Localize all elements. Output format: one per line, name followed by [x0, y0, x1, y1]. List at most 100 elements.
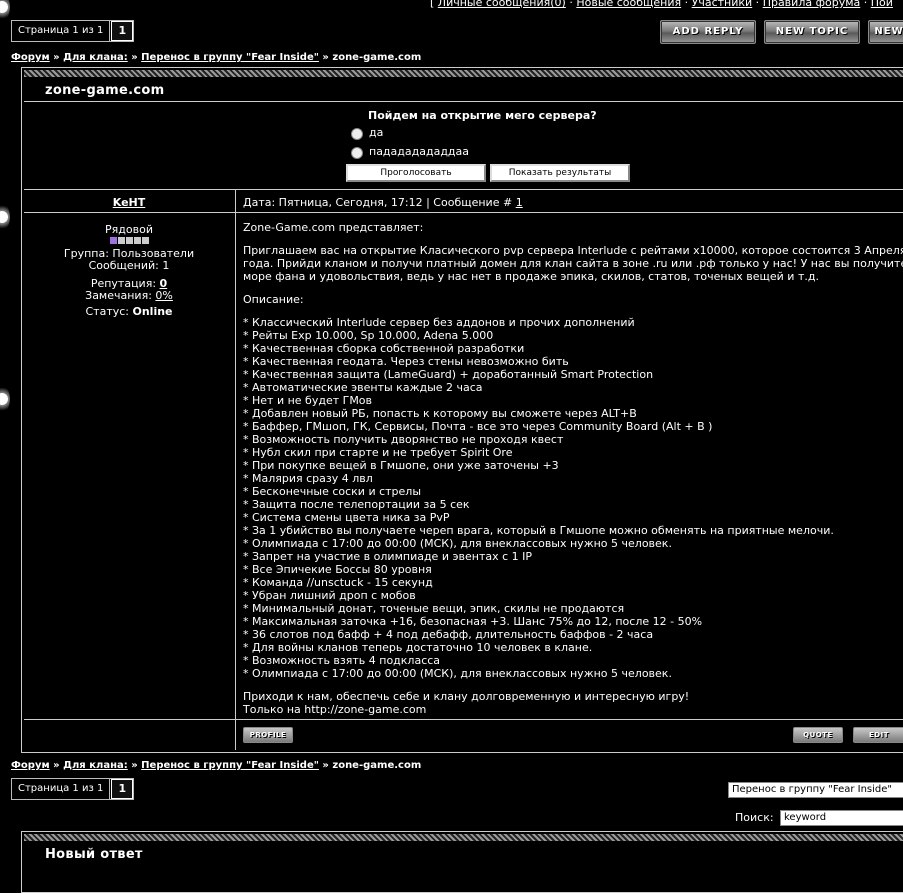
rank-square — [133, 237, 141, 244]
post-line: * Защита после телепортации за 5 сек — [243, 498, 470, 511]
post-body: Zone-Game.com представляет: Приглашаем ва… — [243, 221, 903, 716]
breadcrumb-forum[interactable]: Форум — [11, 52, 50, 63]
breadcrumb-clan[interactable]: Для клана: — [63, 52, 128, 63]
pager-label: Страница 1 из 1 — [12, 779, 111, 799]
poll-question: Пойдем на открытие мего сервера? — [368, 109, 597, 122]
breadcrumb-group[interactable]: Перенос в группу "Fear Inside" — [141, 52, 319, 63]
new-topic-button[interactable]: NEW TOPIC — [764, 20, 860, 44]
post-line: * Для войны кланов теперь достаточно 10 … — [243, 641, 593, 654]
post-line: * Баффер, ГМшоп, ГК, Сервисы, Почта - вс… — [243, 420, 713, 433]
decorative-orb — [0, 384, 10, 414]
post-line: * Рейты Exp 10.000, Sp 10.000, Adena 5.0… — [243, 329, 494, 342]
breadcrumb-clan[interactable]: Для клана: — [63, 760, 128, 771]
post-line: Приходи к нам, обеспечь себе и клану дол… — [243, 690, 690, 703]
author-status: Статус: Online — [85, 305, 173, 318]
poll-option-radio[interactable] — [351, 147, 363, 159]
post-line: * Олимпиада с 17:00 до 00:00 (МСК), для … — [243, 537, 672, 550]
rank-square — [141, 237, 149, 244]
reply-title: Новый ответ — [45, 847, 143, 862]
post-line: * Автоматические эвенты каждые 2 часа — [243, 381, 483, 394]
topic-title: zone-game.com — [45, 83, 165, 98]
divider — [24, 101, 903, 102]
breadcrumb-current: zone-game.com — [332, 52, 422, 63]
poll-option-label: падададададдаа — [369, 145, 470, 158]
post-line: * Олимпиада с 17:00 до 00:00 (МСК), для … — [243, 667, 672, 680]
post-line: * Малярия сразу 4 лвл — [243, 472, 373, 485]
post-line: * Все Эпичекие Боссы 80 уровня — [243, 563, 432, 576]
post-author-link[interactable]: KeHT — [113, 196, 146, 209]
post-line: * Качественная сборка собственной разраб… — [243, 342, 525, 355]
pager-current-page[interactable]: 1 — [111, 779, 134, 799]
post-line: * Команда //unsctuck - 15 секунд — [243, 576, 433, 589]
frame-pattern — [24, 834, 903, 841]
new-poll-button[interactable]: NEW — [868, 20, 903, 44]
post-line: * Нет и не будет ГМов — [243, 394, 373, 407]
quote-button[interactable]: QUOTE — [793, 727, 843, 743]
move-topic-select[interactable]: Перенос в группу "Fear Inside" — [728, 782, 903, 798]
add-reply-button[interactable]: ADD REPLY — [660, 20, 756, 44]
breadcrumb-bottom: Форум » Для клана: » Перенос в группу "F… — [11, 760, 422, 771]
post-line: * Классический Interlude сервер без аддо… — [243, 316, 635, 329]
top-nav: [ Личные сообщения(0) · Новые сообщения … — [430, 0, 893, 9]
show-results-button[interactable]: Показать результаты — [490, 164, 630, 182]
post-line: * 36 слотов под бафф + 4 под дебафф, дли… — [243, 628, 654, 641]
post-line: * Запрет на участие в олимпиаде и эвента… — [243, 550, 533, 563]
author-profile: Рядовой Группа: Пользователи Сообщений: … — [24, 224, 234, 318]
nav-new-messages[interactable]: Новые сообщения — [576, 0, 681, 9]
post-line: * Минимальный донат, точеные вещи, эпик,… — [243, 602, 625, 615]
post-line: * Система смены цвета ника за PvP — [243, 511, 450, 524]
rank-bar — [24, 237, 234, 244]
post-line: Описание: — [243, 293, 304, 306]
pager-current-page[interactable]: 1 — [111, 21, 134, 41]
pager-label: Страница 1 из 1 — [12, 21, 111, 41]
divider — [24, 212, 903, 213]
vote-button[interactable]: Проголосовать — [346, 164, 486, 182]
post-line: * Качественная геодата. Через стены нево… — [243, 355, 569, 368]
post-number-link[interactable]: 1 — [516, 196, 523, 209]
post-line: Zone-Game.com представляет: — [243, 221, 424, 234]
decorative-orb — [0, 0, 10, 22]
author-message-count: Сообщений: 1 — [88, 259, 170, 272]
poll-option-radio[interactable] — [351, 128, 363, 140]
nav-private-messages[interactable]: Личные сообщения(0) — [438, 0, 566, 9]
post-line: * Качественная защита (LameGuard) + дора… — [243, 368, 654, 381]
rank-square — [109, 237, 117, 244]
frame-pattern — [24, 70, 903, 77]
post-line: * Возможность взять 4 подкласса — [243, 654, 441, 667]
column-divider — [235, 190, 236, 750]
nav-members[interactable]: Участники — [692, 0, 753, 9]
post-line: * Возможность получить дворянство не про… — [243, 433, 564, 446]
post-line: * Убран лишний дроп с мобов — [243, 589, 416, 602]
breadcrumb: Форум » Для клана: » Перенос в группу "F… — [11, 52, 422, 63]
rank-square — [125, 237, 133, 244]
nav-search[interactable]: Пои — [871, 0, 893, 9]
author-warnings: Замечания: 0% — [85, 289, 173, 302]
divider — [24, 719, 903, 720]
post-line: * Нубл скил при старте и не требует Spir… — [243, 446, 513, 459]
poll-option-label: да — [369, 126, 384, 139]
warnings-link[interactable]: 0% — [155, 289, 172, 302]
rank-square — [117, 237, 125, 244]
post-line: Приглашаем вас на открытие Класического … — [243, 244, 903, 257]
breadcrumb-group[interactable]: Перенос в группу "Fear Inside" — [141, 760, 319, 771]
post-line: * Добавлен новый РБ, попасть к которому … — [243, 407, 637, 420]
post-line: * Максимальная заточка +16, безопасная +… — [243, 615, 703, 628]
post-author-cell: KeHT — [24, 196, 234, 209]
post-line: года. Прийди кланом и получи платный дом… — [243, 257, 903, 270]
decorative-orb — [0, 202, 10, 232]
post-header: Дата: Пятница, Сегодня, 17:12 | Сообщени… — [243, 196, 523, 209]
search-input[interactable]: keyword — [780, 810, 903, 826]
post-line: Только на http://zone-game.com — [243, 703, 427, 716]
breadcrumb-forum[interactable]: Форум — [11, 760, 50, 771]
breadcrumb-current: zone-game.com — [332, 760, 422, 771]
edit-button[interactable]: EDIT — [853, 727, 903, 743]
post-line: * Бесконечные соски и стрелы — [243, 485, 422, 498]
nav-rules[interactable]: Правила форума — [763, 0, 861, 9]
author-rank: Рядовой — [105, 223, 153, 236]
profile-button[interactable]: PROFILE — [243, 727, 293, 743]
post-line: * За 1 убийство вы получаете череп врага… — [243, 524, 834, 537]
